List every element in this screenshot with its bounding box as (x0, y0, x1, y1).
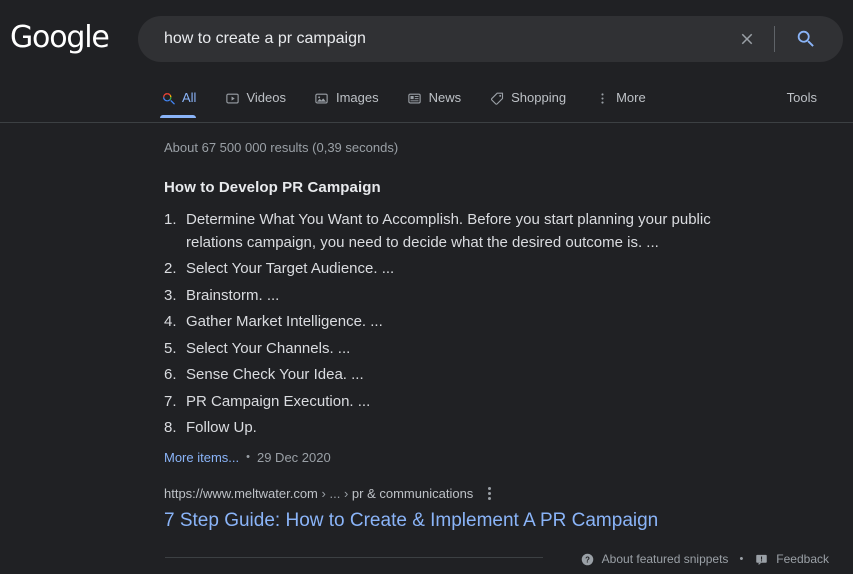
help-circle-icon: ? (580, 552, 595, 567)
svg-text:?: ? (585, 555, 590, 564)
tab-label: More (616, 78, 646, 118)
footer-link-label: About featured snippets (602, 552, 729, 566)
search-nav-bar: All Videos Images (0, 78, 853, 123)
google-search-icon (160, 90, 176, 106)
tab-label: News (429, 78, 462, 118)
search-submit-button[interactable] (789, 22, 823, 56)
more-items-row: More items... • 29 Dec 2020 (164, 450, 853, 465)
tools-button[interactable]: Tools (787, 78, 817, 118)
list-item: Determine What You Want to Accomplish. B… (164, 209, 752, 254)
clear-search-button[interactable] (732, 24, 762, 54)
google-logo[interactable]: Google (10, 23, 109, 53)
search-input[interactable] (138, 16, 732, 62)
search-divider (774, 26, 775, 52)
search-result: https://www.meltwater.com › ... › pr & c… (164, 485, 853, 534)
breadcrumb-ellipsis: ... (329, 486, 340, 501)
kebab-dot (488, 497, 491, 500)
featured-snippet-list: Determine What You Want to Accomplish. B… (164, 209, 853, 440)
tab-videos[interactable]: Videos (224, 78, 286, 118)
tab-label: Videos (246, 78, 286, 118)
about-featured-snippets-link[interactable]: ? About featured snippets (580, 552, 729, 567)
image-icon (314, 90, 330, 106)
more-items-link[interactable]: More items... (164, 450, 239, 465)
list-item: Sense Check Your Idea. ... (164, 364, 752, 387)
main-content: About 67 500 000 results (0,39 seconds) … (0, 123, 853, 534)
kebab-dot (488, 492, 491, 495)
tab-more[interactable]: More (594, 78, 646, 118)
tab-news[interactable]: News (407, 78, 462, 118)
list-item: PR Campaign Execution. ... (164, 391, 752, 414)
tab-label: All (182, 78, 196, 118)
feedback-link[interactable]: Feedback (754, 552, 829, 567)
list-item: Select Your Channels. ... (164, 338, 752, 361)
footer-divider (165, 557, 543, 558)
breadcrumb-separator: › (322, 486, 326, 501)
list-item: Select Your Target Audience. ... (164, 258, 752, 281)
search-tabs: All Videos Images (160, 78, 674, 122)
list-item: Follow Up. (164, 417, 752, 440)
feedback-flag-icon (754, 552, 769, 567)
breadcrumb-separator: › (344, 486, 348, 501)
list-item: Brainstorm. ... (164, 285, 752, 308)
video-icon (224, 90, 240, 106)
footer-separator: • (737, 553, 745, 565)
featured-snippet-heading: How to Develop PR Campaign (164, 179, 853, 196)
news-icon (407, 90, 423, 106)
search-icon (795, 28, 817, 50)
tab-images[interactable]: Images (314, 78, 379, 118)
breadcrumb[interactable]: https://www.meltwater.com › ... › pr & c… (164, 485, 473, 503)
tab-label: Images (336, 78, 379, 118)
result-title-link[interactable]: 7 Step Guide: How to Create & Implement … (164, 508, 853, 534)
breadcrumb-domain: https://www.meltwater.com (164, 486, 318, 501)
footer-link-label: Feedback (776, 552, 829, 566)
list-item: Gather Market Intelligence. ... (164, 311, 752, 334)
snippet-date: 29 Dec 2020 (257, 450, 331, 465)
kebab-dot (488, 487, 491, 490)
tag-icon (489, 90, 505, 106)
search-box[interactable] (138, 16, 843, 62)
more-vertical-icon (594, 90, 610, 106)
page-header: Google (0, 0, 853, 78)
tab-all[interactable]: All (160, 78, 196, 118)
tab-shopping[interactable]: Shopping (489, 78, 566, 118)
snippet-footer: ? About featured snippets • Feedback (0, 544, 853, 574)
result-options-button[interactable] (482, 485, 496, 503)
close-icon (738, 30, 756, 48)
footer-actions: ? About featured snippets • Feedback (580, 544, 829, 574)
breadcrumb-last: pr & communications (352, 486, 473, 501)
results-count: About 67 500 000 results (0,39 seconds) (164, 139, 853, 157)
separator: • (246, 451, 250, 463)
result-url-row: https://www.meltwater.com › ... › pr & c… (164, 485, 853, 503)
tab-label: Shopping (511, 78, 566, 118)
